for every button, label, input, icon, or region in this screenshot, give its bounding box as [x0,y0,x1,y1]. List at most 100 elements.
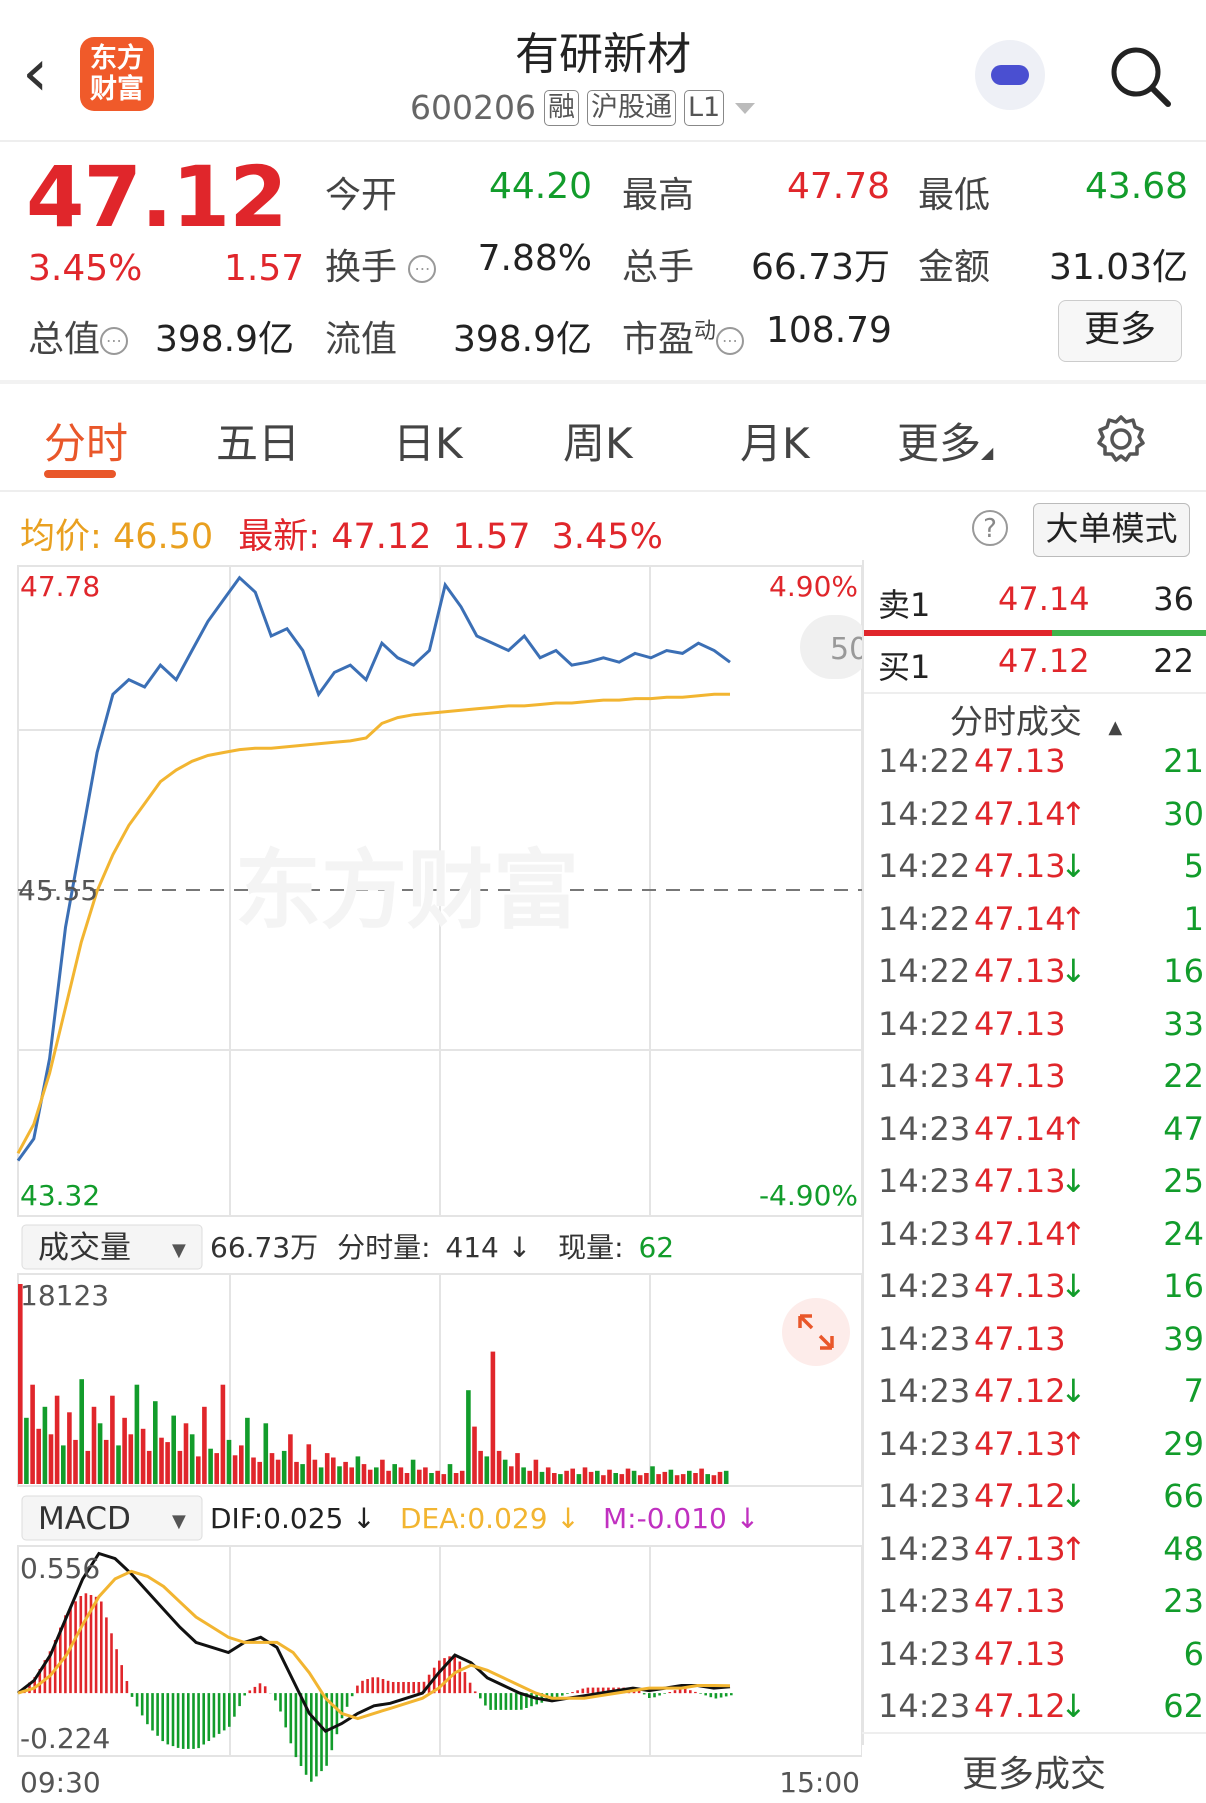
buy-row[interactable]: 买1 47.12 22 [864,642,1206,692]
volume-bar [165,1442,170,1484]
sort-up-icon: ▲ [1108,717,1123,738]
search-icon[interactable] [1108,44,1174,110]
tab-more[interactable]: 更多◢ [897,410,993,471]
info-icon[interactable]: ⋯ [716,327,745,355]
macd-histogram-bar [407,1682,410,1694]
expand-button[interactable] [782,1298,850,1366]
info-icon[interactable]: ⋯ [100,327,129,355]
latest-pct: 3.45% [551,517,663,557]
trade-time: 14:23 [878,1109,971,1148]
volume-bar [79,1379,84,1484]
volume-bar [392,1464,397,1484]
sell-row[interactable]: 卖1 47.14 36 [864,580,1206,630]
macd-histogram-bar [274,1693,277,1701]
macd-histogram-bar [397,1682,400,1694]
intraday-charts[interactable]: 东方财富 47.78 45.55 43.32 4.90% -4.90% 50 成… [0,560,862,1803]
volume-bar [601,1475,606,1484]
volume-bar [239,1445,244,1484]
big-order-mode-button[interactable]: 大单模式 [1033,503,1190,557]
volume-bar [496,1450,502,1484]
trade-row: 14:22 47.14 ↑ 30 [878,795,1204,847]
trade-price: 47.13 [974,1004,1066,1043]
macd-histogram-bar [253,1686,257,1694]
selector-arrow-icon: ▼ [172,1240,186,1261]
macd-histogram-bar [171,1693,175,1747]
more-trades-button[interactable]: 更多成交 [862,1745,1206,1797]
volume-bar [717,1471,723,1484]
volume-bar [300,1464,305,1484]
tab-5day[interactable]: 五日 [216,410,300,471]
trade-time: 14:23 [878,1529,971,1568]
volume-bar [122,1417,127,1484]
macd-histogram-bar [371,1677,374,1694]
macd-histogram-bar [140,1693,144,1716]
tab-day-k[interactable]: 日K [393,410,463,471]
trade-price: 47.13 [974,1162,1066,1200]
info-icon[interactable]: ⋯ [408,255,437,283]
tab-month-k[interactable]: 月K [740,410,810,471]
volume-bar [18,1284,23,1484]
macd-histogram-bar [294,1693,298,1758]
volume-bar [251,1457,256,1484]
trade-time: 14:23 [878,1057,971,1095]
macd-histogram-bar [166,1693,170,1745]
pe-sup: 动 [694,319,717,344]
buy-price: 47.12 [998,642,1090,680]
trade-price: 47.14 [974,1214,1066,1253]
trade-time: 14:22 [878,794,971,833]
macd-histogram-bar [571,1692,574,1694]
volume-bar [656,1474,661,1484]
macd-histogram-bar [233,1693,236,1717]
trade-volume: 21 [1163,742,1204,780]
low-value: 43.68 [1084,166,1188,207]
trade-volume: 33 [1163,1004,1204,1043]
trade-time: 14:22 [878,847,971,885]
more-button[interactable]: 更多 [1058,300,1182,362]
trade-volume: 16 [1163,1267,1204,1305]
tag-level: L1 [683,89,725,126]
trades-header[interactable]: 分时成交 ▲ [864,695,1206,743]
volume-bar [564,1470,569,1484]
sell-volume: 36 [1153,580,1194,618]
macd-histogram-bar [719,1693,723,1698]
macd-histogram-bar [514,1693,518,1710]
macd-panel: 0.556 -0.224 [17,1545,862,1782]
volume-bar [30,1384,35,1484]
total-value: 398.9亿 [154,319,294,360]
macd-histogram-bar [463,1672,467,1694]
volume-bar [208,1448,213,1484]
help-icon[interactable]: ? [972,510,1008,546]
tab-week-k[interactable]: 周K [563,410,633,471]
macd-histogram-bar [663,1693,666,1694]
volume-bar [650,1466,655,1484]
robot-avatar-icon[interactable] [975,40,1045,110]
trade-direction-icon: ↓ [1060,1687,1087,1725]
avg-price-row: 均价: 46.50 最新: 47.12 1.57 3.45% [20,508,663,559]
volume-total: 66.73万 [210,1231,318,1264]
dropdown-icon[interactable] [732,98,758,118]
volume-bar [214,1453,219,1484]
volume-bar [509,1466,514,1484]
macd-histogram-bar [228,1693,231,1727]
current-volume-value: 62 [638,1231,674,1264]
trade-direction-icon: ↓ [1060,1162,1087,1200]
macd-histogram-bar [345,1693,349,1707]
settings-gear-icon[interactable] [1095,413,1147,465]
macd-histogram-bar [284,1693,287,1728]
trade-time: 14:23 [878,1582,971,1620]
volume-bar [355,1456,361,1484]
trade-row: 14:23 47.14 ↑ 47 [878,1110,1204,1162]
volume-bar [410,1459,416,1484]
volume-max-label: 18123 [20,1279,109,1312]
volume-bar [502,1459,508,1484]
volume-bar [417,1469,422,1484]
tab-intraday[interactable]: 分时 [44,410,128,471]
trade-direction-icon: ↓ [1060,1372,1087,1410]
trade-time: 14:22 [878,899,971,938]
volume-bar [435,1470,440,1484]
macd-histogram-bar [673,1690,677,1694]
volume-bar [472,1426,477,1484]
trade-row: 14:23 47.14 ↑ 24 [878,1215,1204,1267]
volume-bar [588,1471,594,1484]
m-label: M:-0.010 ↓ [603,1502,759,1535]
